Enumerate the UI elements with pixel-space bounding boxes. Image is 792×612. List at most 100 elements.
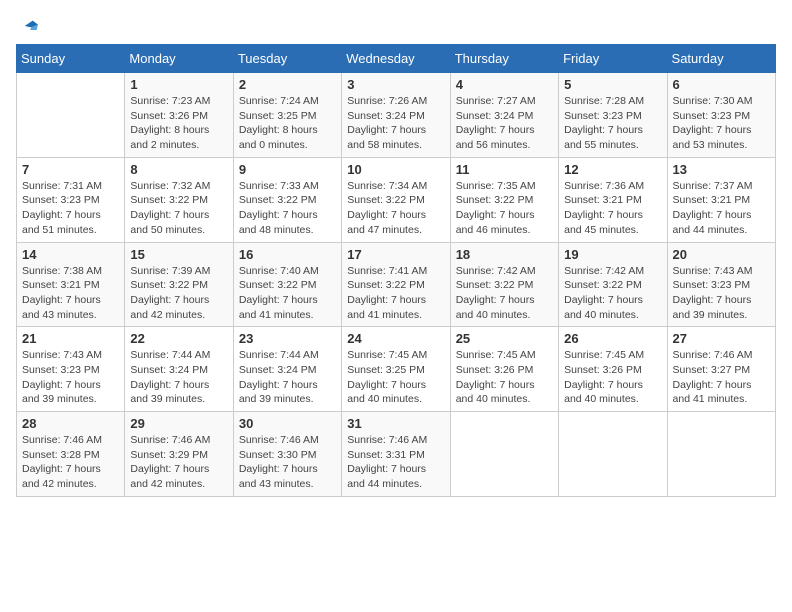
calendar-cell: 5 Sunrise: 7:28 AM Sunset: 3:23 PM Daylig… bbox=[559, 73, 667, 158]
day-number: 29 bbox=[130, 416, 227, 431]
header-row: SundayMondayTuesdayWednesdayThursdayFrid… bbox=[17, 45, 776, 73]
day-info: Sunrise: 7:28 AM Sunset: 3:23 PM Dayligh… bbox=[564, 94, 661, 153]
calendar-cell: 25 Sunrise: 7:45 AM Sunset: 3:26 PM Dayli… bbox=[450, 327, 558, 412]
day-number: 16 bbox=[239, 247, 336, 262]
day-info: Sunrise: 7:44 AM Sunset: 3:24 PM Dayligh… bbox=[239, 348, 336, 407]
calendar-cell bbox=[17, 73, 125, 158]
calendar-cell: 10 Sunrise: 7:34 AM Sunset: 3:22 PM Dayli… bbox=[342, 157, 450, 242]
day-number: 9 bbox=[239, 162, 336, 177]
calendar-cell bbox=[450, 412, 558, 497]
calendar-cell: 31 Sunrise: 7:46 AM Sunset: 3:31 PM Dayli… bbox=[342, 412, 450, 497]
day-info: Sunrise: 7:23 AM Sunset: 3:26 PM Dayligh… bbox=[130, 94, 227, 153]
calendar-cell: 7 Sunrise: 7:31 AM Sunset: 3:23 PM Daylig… bbox=[17, 157, 125, 242]
calendar-table: SundayMondayTuesdayWednesdayThursdayFrid… bbox=[16, 44, 776, 497]
day-number: 3 bbox=[347, 77, 444, 92]
day-number: 20 bbox=[673, 247, 770, 262]
header-day: Sunday bbox=[17, 45, 125, 73]
day-info: Sunrise: 7:46 AM Sunset: 3:28 PM Dayligh… bbox=[22, 433, 119, 492]
day-info: Sunrise: 7:31 AM Sunset: 3:23 PM Dayligh… bbox=[22, 179, 119, 238]
day-number: 25 bbox=[456, 331, 553, 346]
logo-bird-icon bbox=[18, 16, 38, 36]
day-number: 24 bbox=[347, 331, 444, 346]
day-info: Sunrise: 7:36 AM Sunset: 3:21 PM Dayligh… bbox=[564, 179, 661, 238]
day-number: 7 bbox=[22, 162, 119, 177]
day-number: 28 bbox=[22, 416, 119, 431]
calendar-cell: 13 Sunrise: 7:37 AM Sunset: 3:21 PM Dayli… bbox=[667, 157, 775, 242]
day-number: 21 bbox=[22, 331, 119, 346]
day-number: 26 bbox=[564, 331, 661, 346]
header-day: Saturday bbox=[667, 45, 775, 73]
calendar-cell: 19 Sunrise: 7:42 AM Sunset: 3:22 PM Dayli… bbox=[559, 242, 667, 327]
logo bbox=[16, 16, 38, 36]
calendar-cell: 24 Sunrise: 7:45 AM Sunset: 3:25 PM Dayli… bbox=[342, 327, 450, 412]
day-info: Sunrise: 7:24 AM Sunset: 3:25 PM Dayligh… bbox=[239, 94, 336, 153]
calendar-cell: 21 Sunrise: 7:43 AM Sunset: 3:23 PM Dayli… bbox=[17, 327, 125, 412]
day-info: Sunrise: 7:42 AM Sunset: 3:22 PM Dayligh… bbox=[564, 264, 661, 323]
day-number: 19 bbox=[564, 247, 661, 262]
day-number: 15 bbox=[130, 247, 227, 262]
day-number: 8 bbox=[130, 162, 227, 177]
day-number: 17 bbox=[347, 247, 444, 262]
day-number: 11 bbox=[456, 162, 553, 177]
day-info: Sunrise: 7:46 AM Sunset: 3:31 PM Dayligh… bbox=[347, 433, 444, 492]
calendar-cell: 1Sunrise: 7:23 AM Sunset: 3:26 PM Daylig… bbox=[125, 73, 233, 158]
day-number: 6 bbox=[673, 77, 770, 92]
calendar-cell: 28 Sunrise: 7:46 AM Sunset: 3:28 PM Dayli… bbox=[17, 412, 125, 497]
calendar-cell: 3 Sunrise: 7:26 AM Sunset: 3:24 PM Daylig… bbox=[342, 73, 450, 158]
day-info: Sunrise: 7:45 AM Sunset: 3:25 PM Dayligh… bbox=[347, 348, 444, 407]
calendar-cell: 8 Sunrise: 7:32 AM Sunset: 3:22 PM Daylig… bbox=[125, 157, 233, 242]
day-info: Sunrise: 7:45 AM Sunset: 3:26 PM Dayligh… bbox=[564, 348, 661, 407]
page-header bbox=[16, 16, 776, 36]
calendar-cell: 4 Sunrise: 7:27 AM Sunset: 3:24 PM Daylig… bbox=[450, 73, 558, 158]
calendar-cell: 17Sunrise: 7:41 AM Sunset: 3:22 PM Dayli… bbox=[342, 242, 450, 327]
day-info: Sunrise: 7:26 AM Sunset: 3:24 PM Dayligh… bbox=[347, 94, 444, 153]
header-day: Friday bbox=[559, 45, 667, 73]
day-number: 22 bbox=[130, 331, 227, 346]
header-day: Monday bbox=[125, 45, 233, 73]
calendar-week-row: 1Sunrise: 7:23 AM Sunset: 3:26 PM Daylig… bbox=[17, 73, 776, 158]
calendar-cell: 27Sunrise: 7:46 AM Sunset: 3:27 PM Dayli… bbox=[667, 327, 775, 412]
day-number: 4 bbox=[456, 77, 553, 92]
day-info: Sunrise: 7:45 AM Sunset: 3:26 PM Dayligh… bbox=[456, 348, 553, 407]
header-day: Wednesday bbox=[342, 45, 450, 73]
day-number: 18 bbox=[456, 247, 553, 262]
day-number: 10 bbox=[347, 162, 444, 177]
calendar-cell: 30 Sunrise: 7:46 AM Sunset: 3:30 PM Dayli… bbox=[233, 412, 341, 497]
calendar-cell: 20 Sunrise: 7:43 AM Sunset: 3:23 PM Dayli… bbox=[667, 242, 775, 327]
day-info: Sunrise: 7:39 AM Sunset: 3:22 PM Dayligh… bbox=[130, 264, 227, 323]
day-info: Sunrise: 7:43 AM Sunset: 3:23 PM Dayligh… bbox=[673, 264, 770, 323]
calendar-week-row: 28 Sunrise: 7:46 AM Sunset: 3:28 PM Dayli… bbox=[17, 412, 776, 497]
calendar-cell: 6Sunrise: 7:30 AM Sunset: 3:23 PM Daylig… bbox=[667, 73, 775, 158]
day-number: 31 bbox=[347, 416, 444, 431]
calendar-cell: 12 Sunrise: 7:36 AM Sunset: 3:21 PM Dayli… bbox=[559, 157, 667, 242]
day-info: Sunrise: 7:44 AM Sunset: 3:24 PM Dayligh… bbox=[130, 348, 227, 407]
day-number: 13 bbox=[673, 162, 770, 177]
day-info: Sunrise: 7:34 AM Sunset: 3:22 PM Dayligh… bbox=[347, 179, 444, 238]
calendar-cell: 26 Sunrise: 7:45 AM Sunset: 3:26 PM Dayli… bbox=[559, 327, 667, 412]
day-number: 2 bbox=[239, 77, 336, 92]
day-number: 12 bbox=[564, 162, 661, 177]
day-info: Sunrise: 7:37 AM Sunset: 3:21 PM Dayligh… bbox=[673, 179, 770, 238]
day-info: Sunrise: 7:42 AM Sunset: 3:22 PM Dayligh… bbox=[456, 264, 553, 323]
day-number: 27 bbox=[673, 331, 770, 346]
calendar-cell: 15 Sunrise: 7:39 AM Sunset: 3:22 PM Dayli… bbox=[125, 242, 233, 327]
day-info: Sunrise: 7:46 AM Sunset: 3:29 PM Dayligh… bbox=[130, 433, 227, 492]
day-number: 23 bbox=[239, 331, 336, 346]
day-number: 30 bbox=[239, 416, 336, 431]
day-number: 5 bbox=[564, 77, 661, 92]
day-number: 14 bbox=[22, 247, 119, 262]
day-info: Sunrise: 7:43 AM Sunset: 3:23 PM Dayligh… bbox=[22, 348, 119, 407]
day-info: Sunrise: 7:32 AM Sunset: 3:22 PM Dayligh… bbox=[130, 179, 227, 238]
day-info: Sunrise: 7:46 AM Sunset: 3:30 PM Dayligh… bbox=[239, 433, 336, 492]
day-info: Sunrise: 7:35 AM Sunset: 3:22 PM Dayligh… bbox=[456, 179, 553, 238]
day-info: Sunrise: 7:40 AM Sunset: 3:22 PM Dayligh… bbox=[239, 264, 336, 323]
calendar-cell bbox=[559, 412, 667, 497]
day-info: Sunrise: 7:27 AM Sunset: 3:24 PM Dayligh… bbox=[456, 94, 553, 153]
calendar-cell: 9 Sunrise: 7:33 AM Sunset: 3:22 PM Daylig… bbox=[233, 157, 341, 242]
calendar-cell: 18 Sunrise: 7:42 AM Sunset: 3:22 PM Dayli… bbox=[450, 242, 558, 327]
calendar-cell: 16 Sunrise: 7:40 AM Sunset: 3:22 PM Dayli… bbox=[233, 242, 341, 327]
header-day: Thursday bbox=[450, 45, 558, 73]
calendar-cell bbox=[667, 412, 775, 497]
day-info: Sunrise: 7:33 AM Sunset: 3:22 PM Dayligh… bbox=[239, 179, 336, 238]
calendar-cell: 23 Sunrise: 7:44 AM Sunset: 3:24 PM Dayli… bbox=[233, 327, 341, 412]
